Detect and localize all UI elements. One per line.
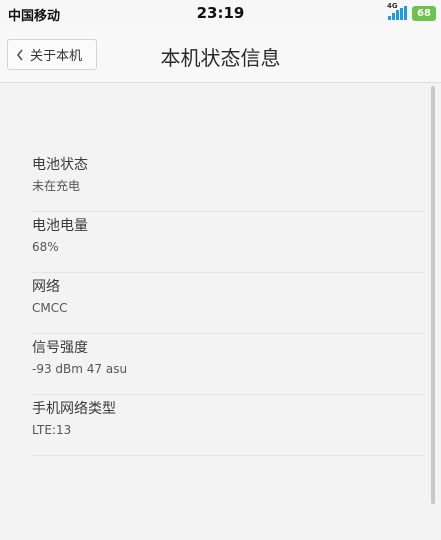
scrollbar[interactable]	[431, 86, 435, 504]
item-value: 未在充电	[32, 179, 81, 193]
item-value: -93 dBm 47 asu	[32, 362, 128, 376]
status-bar: 中国移动 23:19 4G 68	[0, 0, 441, 28]
item-label: 电池状态	[32, 157, 88, 173]
title-bar: 关于本机 本机状态信息	[0, 28, 441, 83]
item-label: 网络	[32, 279, 60, 295]
item-value: CMCC	[32, 301, 68, 315]
list-item-battery-level[interactable]: 电池电量 68%	[32, 212, 424, 273]
item-value: LTE:13	[32, 423, 72, 437]
status-clock: 23:19	[196, 4, 245, 22]
list-item-network[interactable]: 网络 CMCC	[32, 273, 424, 334]
item-label: 手机网络类型	[32, 401, 116, 417]
item-label: 信号强度	[32, 340, 88, 356]
list-item-signal-strength[interactable]: 信号强度 -93 dBm 47 asu	[32, 334, 424, 395]
item-value: 68%	[32, 240, 59, 254]
signal-bars-icon	[388, 6, 407, 20]
item-label: 电池电量	[32, 218, 88, 234]
status-list: 电池状态 未在充电 电池电量 68% 网络 CMCC 信号强度 -93 dBm …	[32, 151, 424, 456]
page-title: 本机状态信息	[160, 46, 281, 70]
list-item-battery-status[interactable]: 电池状态 未在充电	[32, 151, 424, 212]
list-item-mobile-network-type[interactable]: 手机网络类型 LTE:13	[32, 395, 424, 456]
battery-level: 68	[417, 8, 431, 19]
battery-icon: 68	[412, 6, 436, 21]
